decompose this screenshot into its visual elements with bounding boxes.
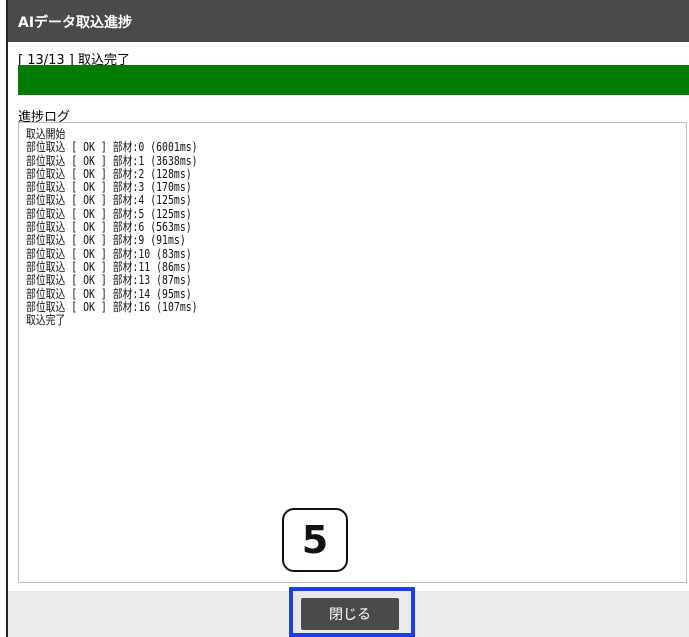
progress-bar xyxy=(18,65,689,95)
log-line: 部位取込 [ OK ] 部材:4 (125ms) xyxy=(26,193,192,208)
progress-bar-fill xyxy=(18,65,689,95)
log-line: 部位取込 [ OK ] 部材:14 (95ms) xyxy=(26,286,192,301)
progress-log-box[interactable]: 取込開始 部位取込 [ OK ] 部材:0 (6001ms) 部位取込 [ OK ]… xyxy=(18,122,687,583)
log-line: 部位取込 [ OK ] 部材:1 (3638ms) xyxy=(26,153,198,168)
log-line: 取込完了 xyxy=(26,313,66,328)
dialog-titlebar: AIデータ取込進捗 xyxy=(8,0,689,42)
step-number-badge: 5 xyxy=(282,508,348,572)
log-line: 部位取込 [ OK ] 部材:0 (6001ms) xyxy=(26,140,198,155)
dialog-title: AIデータ取込進捗 xyxy=(18,15,133,31)
progress-log-lines: 取込開始 部位取込 [ OK ] 部材:0 (6001ms) 部位取込 [ OK ]… xyxy=(26,127,198,328)
close-button[interactable]: 閉じる xyxy=(301,598,399,630)
log-line: 部位取込 [ OK ] 部材:13 (87ms) xyxy=(26,273,192,288)
log-line: 部位取込 [ OK ] 部材:9 (91ms) xyxy=(26,233,186,248)
log-line: 部位取込 [ OK ] 部材:10 (83ms) xyxy=(26,246,192,261)
